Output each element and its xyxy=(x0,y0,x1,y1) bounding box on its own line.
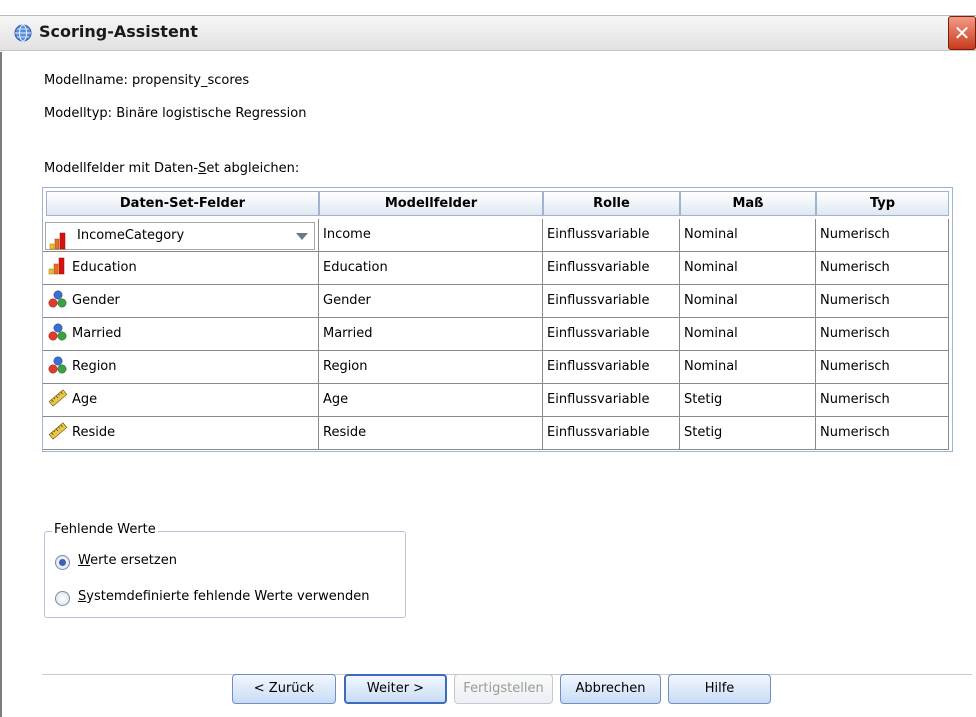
table-row-0-measure: Nominal xyxy=(680,219,816,252)
missing-values-group xyxy=(44,531,406,618)
table-row-4-type: Numerisch xyxy=(816,351,949,384)
system-missing-radio[interactable] xyxy=(55,591,70,606)
table-row-5-role: Einflussvariable xyxy=(543,384,680,417)
dataset-field-name: Gender xyxy=(72,293,120,308)
table-row-4-role: Einflussvariable xyxy=(543,351,680,384)
table-row-3-role: Einflussvariable xyxy=(543,318,680,351)
scale-ruler-icon xyxy=(48,422,68,440)
table-row-3-type: Numerisch xyxy=(816,318,949,351)
table-row-5-type: Numerisch xyxy=(816,384,949,417)
title-bar: Scoring-Assistent ✕ xyxy=(0,15,976,51)
table-row-5-dataset-field[interactable]: Age xyxy=(43,384,319,417)
table-row-1-type: Numerisch xyxy=(816,252,949,285)
column-header-type[interactable]: Typ xyxy=(816,191,949,216)
table-row-5-model-field: Age xyxy=(319,384,543,417)
dataset-field-name: Education xyxy=(72,260,137,275)
table-row-5-measure: Stetig xyxy=(680,384,816,417)
next-button[interactable]: Weiter > xyxy=(344,674,447,704)
nominal-balls-icon xyxy=(48,323,67,341)
table-row-2-model-field: Gender xyxy=(319,285,543,318)
column-header-role[interactable]: Rolle xyxy=(543,191,680,216)
system-missing-text: ystemdefinierte fehlende Werte verwenden xyxy=(86,589,370,604)
match-fields-label-start: Modellfelder mit Daten- xyxy=(44,161,199,176)
table-row-2-dataset-field[interactable]: Gender xyxy=(43,285,319,318)
column-header-measure[interactable]: Maß xyxy=(680,191,816,216)
dataset-field-name: Married xyxy=(72,326,122,341)
table-row-2-measure: Nominal xyxy=(680,285,816,318)
table-row-4-dataset-field[interactable]: Region xyxy=(43,351,319,384)
table-row-1-model-field: Education xyxy=(319,252,543,285)
window-title: Scoring-Assistent xyxy=(39,22,198,41)
match-fields-label: Modellfelder mit Daten-Set abgleichen: xyxy=(44,161,299,176)
table-row-3-model-field: Married xyxy=(319,318,543,351)
table-row-1-dataset-field[interactable]: Education xyxy=(43,252,319,285)
model-name-label: Modellname: propensity_scores xyxy=(44,73,250,88)
table-row-0-dataset-field[interactable]: IncomeCategory xyxy=(43,219,319,252)
match-fields-label-end: et abgleichen: xyxy=(206,161,300,176)
help-button[interactable]: Hilfe xyxy=(668,674,771,704)
replace-values-radio[interactable] xyxy=(55,555,70,570)
nominal-balls-icon xyxy=(48,290,67,308)
table-row-6-model-field: Reside xyxy=(319,417,543,450)
table-row-0-role: Einflussvariable xyxy=(543,219,680,252)
table-row-6-role: Einflussvariable xyxy=(543,417,680,450)
table-row-6-measure: Stetig xyxy=(680,417,816,450)
scoring-wizard-window: Scoring-Assistent ✕ Modellname: propensi… xyxy=(0,0,976,717)
table-row-0-model-field: Income xyxy=(319,219,543,252)
table-row-2-type: Numerisch xyxy=(816,285,949,318)
dataset-field-dropdown[interactable]: IncomeCategory xyxy=(45,222,315,250)
dataset-field-name: Region xyxy=(72,359,117,374)
nominal-balls-icon xyxy=(48,356,67,374)
ordinal-bars-icon xyxy=(48,257,65,275)
system-missing-label[interactable]: Systemdefinierte fehlende Werte verwende… xyxy=(78,589,369,604)
back-button[interactable]: < Zurück xyxy=(232,674,336,704)
ordinal-bars-icon xyxy=(49,232,66,250)
table-row-4-model-field: Region xyxy=(319,351,543,384)
app-globe-icon xyxy=(14,24,32,42)
window-border xyxy=(0,52,2,717)
finish-button[interactable]: Fertigstellen xyxy=(454,674,553,704)
cancel-button[interactable]: Abbrechen xyxy=(560,674,661,704)
model-type-label: Modelltyp: Binäre logistische Regression xyxy=(44,106,307,121)
dataset-field-name: Reside xyxy=(72,425,116,440)
table-row-1-measure: Nominal xyxy=(680,252,816,285)
scale-ruler-icon xyxy=(48,389,68,407)
table-row-2-role: Einflussvariable xyxy=(543,285,680,318)
table-row-6-type: Numerisch xyxy=(816,417,949,450)
dataset-field-name: Age xyxy=(72,392,98,407)
table-row-1-role: Einflussvariable xyxy=(543,252,680,285)
missing-values-group-title: Fehlende Werte xyxy=(52,522,158,537)
dataset-field-value: IncomeCategory xyxy=(77,228,185,243)
table-row-6-dataset-field[interactable]: Reside xyxy=(43,417,319,450)
table-row-3-dataset-field[interactable]: Married xyxy=(43,318,319,351)
replace-values-mnemonic: W xyxy=(78,553,91,568)
table-row-4-measure: Nominal xyxy=(680,351,816,384)
replace-values-text: erte ersetzen xyxy=(90,553,177,568)
table-row-3-measure: Nominal xyxy=(680,318,816,351)
replace-values-label[interactable]: Werte ersetzen xyxy=(78,553,177,568)
column-header-model-fields[interactable]: Modellfelder xyxy=(319,191,543,216)
close-button[interactable]: ✕ xyxy=(948,16,976,50)
column-header-dataset-fields[interactable]: Daten-Set-Felder xyxy=(46,191,319,216)
field-matching-table: Daten-Set-Felder Modellfelder Rolle Maß … xyxy=(42,187,953,452)
table-row-0-type: Numerisch xyxy=(816,219,949,252)
chevron-down-icon[interactable] xyxy=(296,233,308,240)
